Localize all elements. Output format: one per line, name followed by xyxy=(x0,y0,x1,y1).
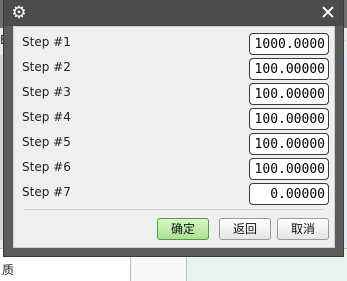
dialog-title-bar: ⚙ ✕ xyxy=(4,0,343,26)
gear-icon[interactable]: ⚙ xyxy=(10,4,28,22)
step-value-input[interactable] xyxy=(249,183,329,205)
cancel-button[interactable]: 取消 xyxy=(277,218,329,240)
step-value-input[interactable] xyxy=(249,58,329,80)
step-value-input[interactable] xyxy=(249,158,329,180)
step-row: Step #4 xyxy=(14,106,334,130)
step-label: Step #7 xyxy=(22,185,71,199)
back-button[interactable]: 返回 xyxy=(219,218,271,240)
step-values-dialog: ⚙ ✕ Step #1 Step #2 Step #3 Step #4 Step… xyxy=(4,0,343,256)
close-icon[interactable]: ✕ xyxy=(319,3,337,23)
step-label: Step #1 xyxy=(22,35,71,49)
step-row: Step #3 xyxy=(14,81,334,105)
step-label: Step #3 xyxy=(22,85,71,99)
step-value-input[interactable] xyxy=(249,33,329,55)
step-value-input[interactable] xyxy=(249,108,329,130)
ok-button[interactable]: 确定 xyxy=(157,218,209,240)
step-value-input[interactable] xyxy=(249,83,329,105)
separator xyxy=(24,209,324,210)
background-table-text: 质 xyxy=(2,263,15,277)
dialog-content: Step #1 Step #2 Step #3 Step #4 Step #5 … xyxy=(13,26,335,248)
step-label: Step #6 xyxy=(22,160,71,174)
step-row: Step #2 xyxy=(14,56,334,80)
step-label: Step #4 xyxy=(22,110,71,124)
step-value-input[interactable] xyxy=(249,133,329,155)
step-row: Step #5 xyxy=(14,131,334,155)
step-label: Step #5 xyxy=(22,135,71,149)
step-label: Step #2 xyxy=(22,60,71,74)
step-row: Step #6 xyxy=(14,156,334,180)
step-row: Step #1 xyxy=(14,31,334,55)
step-row: Step #7 xyxy=(14,181,334,205)
